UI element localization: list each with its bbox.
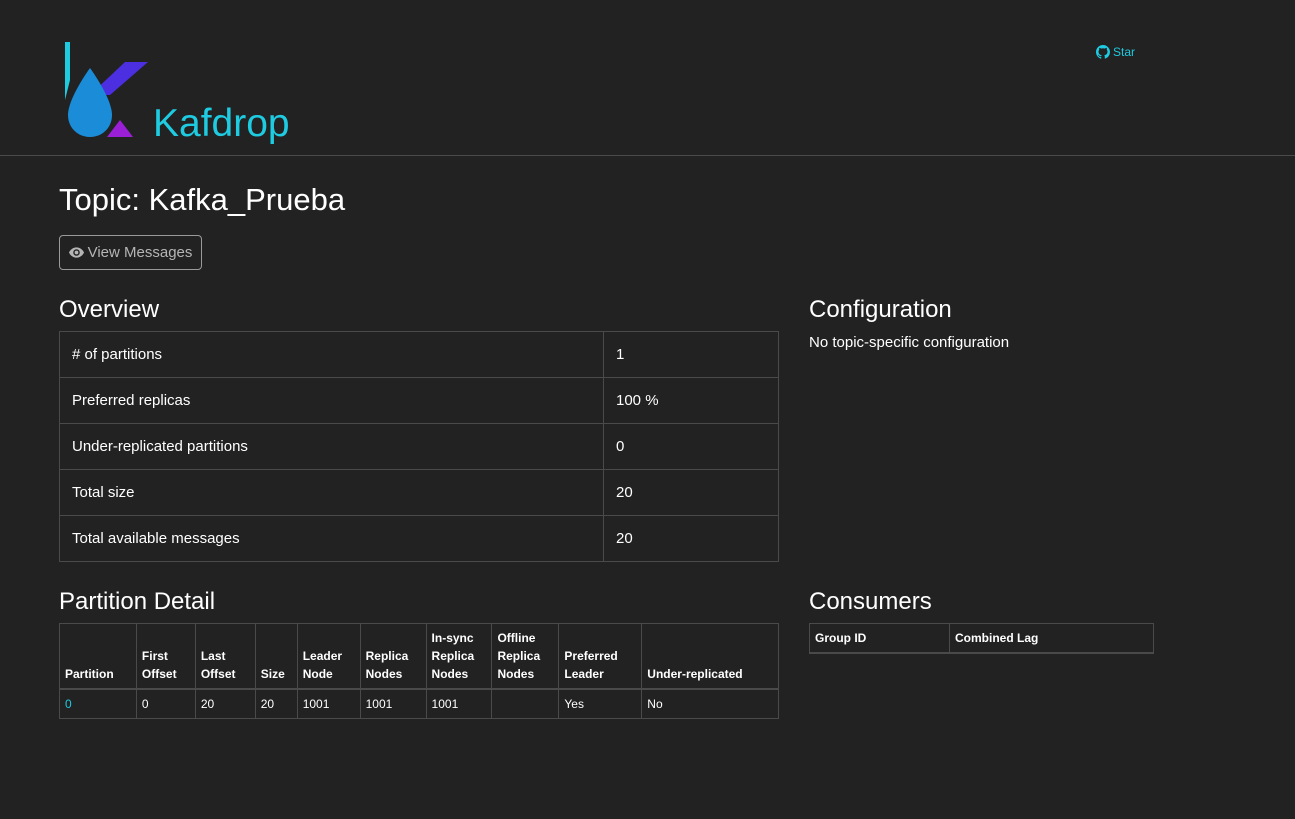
view-messages-button[interactable]: View Messages	[59, 235, 202, 270]
column-header-line: Offset	[141, 667, 177, 681]
header: Kafdrop Star	[0, 0, 1295, 156]
table-row: # of partitions 1	[59, 331, 779, 378]
partition-link[interactable]: 0	[65, 697, 72, 711]
column-header-line: Size	[260, 667, 285, 681]
column-header-line: Under-replicated	[647, 667, 743, 681]
column-header-line: Leader	[564, 667, 604, 681]
github-icon	[1096, 45, 1110, 59]
configuration-text: No topic-specific configuration	[809, 334, 1010, 351]
table-cell: 0	[135, 688, 196, 719]
column-header: In-sync Replica Nodes	[425, 623, 493, 690]
overview-value: 0	[603, 423, 779, 470]
table-cell: 0	[59, 688, 137, 719]
column-header: Offline Replica Nodes	[491, 623, 560, 690]
table-row: 0 0 20 20 1001 1001 1001 Yes No	[59, 688, 779, 719]
partition-detail-table: Partition First Offset Last Offset Size Leader…	[59, 623, 779, 719]
table-cell: 20	[194, 688, 256, 719]
table-cell: 20	[254, 688, 298, 719]
table-row: Total size 20	[59, 469, 779, 516]
overview-label: Total size	[59, 469, 604, 516]
table-cell: 1001	[296, 688, 361, 719]
configuration-heading: Configuration	[809, 296, 952, 323]
overview-label: Under-replicated partitions	[59, 423, 604, 470]
column-header-line: First	[141, 649, 168, 663]
overview-label: Preferred replicas	[59, 377, 604, 424]
column-header-line: Offset	[200, 667, 236, 681]
table-cell: 1001	[359, 688, 427, 719]
page-title: Topic: Kafka_Prueba	[59, 182, 346, 217]
column-header-line: Node	[302, 667, 333, 681]
partition-detail-heading: Partition Detail	[59, 588, 216, 615]
column-header: Under-replicated	[641, 623, 779, 690]
table-cell: 1001	[425, 688, 493, 719]
table-row: Total available messages 20	[59, 515, 779, 562]
kafdrop-logo-icon	[65, 42, 148, 137]
column-header-line: Nodes	[365, 667, 403, 681]
view-messages-label: View Messages	[87, 244, 193, 261]
table-cell	[491, 688, 560, 719]
column-header: Leader Node	[296, 623, 361, 690]
table-header-row: Partition First Offset Last Offset Size Leader…	[59, 623, 779, 690]
kafdrop-logo[interactable]	[60, 40, 152, 140]
column-header: Preferred Leader	[558, 623, 643, 690]
table-row: Under-replicated partitions 0	[59, 423, 779, 470]
overview-heading: Overview	[59, 296, 160, 323]
overview-label: # of partitions	[59, 331, 604, 378]
column-header-line: Nodes	[497, 667, 535, 681]
column-header-group-id: Group ID	[809, 623, 950, 654]
column-header-combined-lag: Combined Lag	[949, 623, 1154, 654]
column-header: Last Offset	[194, 623, 256, 690]
github-star-button[interactable]: Star	[1096, 45, 1135, 59]
column-header: First Offset	[135, 623, 196, 690]
column-header-line: Preferred	[564, 649, 618, 663]
table-cell: Yes	[558, 688, 643, 719]
overview-value: 100 %	[603, 377, 779, 424]
column-header-line: Offline	[497, 631, 536, 645]
consumers-table: Group ID Combined Lag	[809, 623, 1154, 654]
table-cell: No	[641, 688, 779, 719]
column-header-line: Last	[200, 649, 226, 663]
column-header-line: Leader	[302, 649, 343, 663]
column-header: Replica Nodes	[359, 623, 427, 690]
column-header-line: Replica	[365, 649, 409, 663]
table-header-row: Group ID Combined Lag	[809, 623, 1154, 654]
consumers-heading: Consumers	[809, 588, 932, 615]
column-header: Size	[254, 623, 298, 690]
brand-name[interactable]: Kafdrop	[153, 100, 290, 148]
overview-value: 20	[603, 469, 779, 516]
star-label: Star	[1113, 45, 1136, 59]
column-header-line: Replica	[431, 649, 475, 663]
overview-label: Total available messages	[59, 515, 604, 562]
column-header-line: Replica	[497, 649, 541, 663]
table-row: Preferred replicas 100 %	[59, 377, 779, 424]
column-header-line: Nodes	[431, 667, 469, 681]
overview-value: 1	[603, 331, 779, 378]
overview-table: # of partitions 1 Preferred replicas 100…	[59, 331, 779, 562]
column-header: Partition	[59, 623, 137, 690]
eye-icon	[68, 247, 84, 258]
column-header-line: Partition	[65, 667, 114, 681]
overview-value: 20	[603, 515, 779, 562]
column-header-line: In-sync	[431, 631, 474, 645]
